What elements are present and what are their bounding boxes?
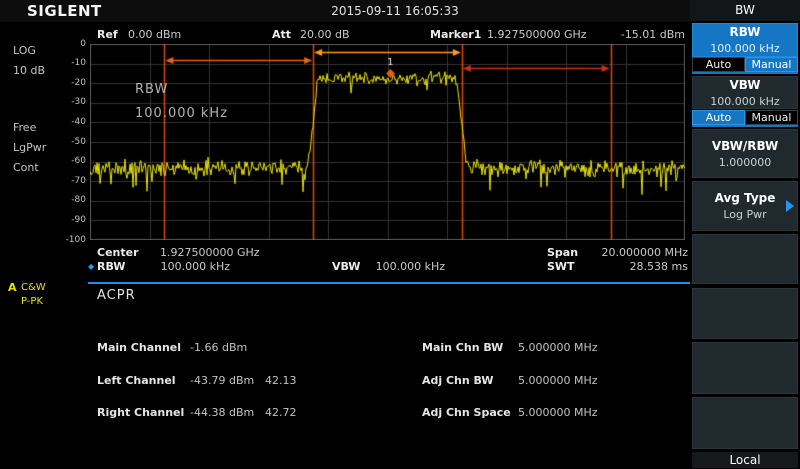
softkey-blank-4[interactable]: [692, 397, 798, 449]
avg-type-label: Avg Type: [715, 191, 776, 205]
vbw-rbw-label: VBW/RBW: [712, 139, 778, 153]
avg-type-button[interactable]: Avg Type Log Pwr: [692, 181, 798, 231]
spectrum-plot[interactable]: RBW 100.000 kHz: [90, 44, 685, 240]
vbw-button[interactable]: VBW 100.000 kHz: [692, 76, 798, 109]
rbw-auto-manual-toggle[interactable]: Auto Manual: [692, 57, 798, 72]
vbw-rbw-ratio-button[interactable]: VBW/RBW 1.000000: [692, 129, 798, 178]
y-tick: 0: [53, 39, 86, 49]
center-value: 1.927500000 GHz: [160, 246, 260, 259]
rbw-button-value: 100.000 kHz: [710, 42, 779, 55]
datetime: 2015-09-11 16:05:33: [305, 4, 485, 18]
acpr-title: ACPR: [97, 288, 136, 303]
y-tick: -10: [53, 58, 86, 68]
vbw-auto-manual-toggle[interactable]: Auto Manual: [692, 110, 798, 125]
acpr-main-channel-value: -1.66 dBm: [190, 341, 247, 354]
y-tick: -40: [53, 117, 86, 127]
section-divider: [88, 282, 692, 284]
trace-mode: C&W: [21, 282, 46, 293]
rbw-overlay-value: 100.000 kHz: [135, 106, 228, 121]
siglent-logo: SIGLENT: [27, 2, 102, 20]
acpr-adj-chn-bw-label: Adj Chn BW: [422, 374, 493, 387]
y-tick: -90: [53, 215, 86, 225]
status-scale: 10 dB: [13, 64, 45, 77]
vbw-auto-option[interactable]: Auto: [692, 110, 745, 125]
softkey-blank-2[interactable]: [692, 288, 798, 339]
marker-level: -15.01 dBm: [590, 28, 685, 41]
rbw-button[interactable]: RBW 100.000 kHz: [692, 23, 798, 57]
vbw-manual-option[interactable]: Manual: [745, 110, 798, 125]
acpr-right-channel-label: Right Channel: [97, 406, 184, 419]
softkey-blank-1[interactable]: [692, 234, 798, 284]
swt-value: 28.538 ms: [575, 260, 688, 273]
status-sweep: Cont: [13, 161, 39, 174]
swt-label: SWT: [547, 260, 575, 273]
rbw-overlay-label: RBW: [135, 82, 168, 97]
vbw-button-label: VBW: [729, 78, 760, 92]
acpr-adj-chn-space-label: Adj Chn Space: [422, 406, 511, 419]
y-tick: -100: [53, 235, 86, 245]
acpr-left-channel-ratio: 42.13: [265, 374, 297, 387]
acpr-main-channel-label: Main Channel: [97, 341, 181, 354]
ref-value: 0.00 dBm: [128, 28, 181, 41]
softkey-menu: BW RBW 100.000 kHz Auto Manual VBW 100.0…: [690, 0, 800, 469]
acpr-main-chn-bw-value: 5.000000 MHz: [518, 341, 598, 354]
center-label: Center: [97, 246, 139, 259]
vbw-value: 100.000 kHz: [360, 260, 445, 273]
submenu-arrow-icon: [786, 200, 794, 212]
rbw-value: 100.000 kHz: [140, 260, 230, 273]
acpr-adj-chn-space-value: 5.000000 MHz: [518, 406, 598, 419]
acpr-right-channel-value: -44.38 dBm: [190, 406, 254, 419]
trace-a-indicator: A: [8, 281, 17, 294]
marker-freq: 1.927500000 GHz: [487, 28, 587, 41]
marker-label: Marker1: [430, 28, 481, 41]
vbw-button-value: 100.000 kHz: [710, 95, 779, 108]
y-tick: -70: [53, 176, 86, 186]
rbw-active-underline: [692, 72, 798, 74]
acpr-main-chn-bw-label: Main Chn BW: [422, 341, 503, 354]
vbw-active-underline: [692, 125, 798, 127]
vbw-label: VBW: [332, 260, 360, 273]
rbw-label: RBW: [97, 260, 125, 273]
acpr-right-channel-ratio: 42.72: [265, 406, 297, 419]
y-tick: -50: [53, 137, 86, 147]
y-tick: -80: [53, 195, 86, 205]
local-button[interactable]: Local: [692, 452, 798, 468]
menu-title: BW: [690, 0, 800, 22]
rbw-auto-option[interactable]: Auto: [692, 57, 745, 72]
softkey-blank-3[interactable]: [692, 342, 798, 394]
status-log: LOG: [13, 44, 36, 57]
y-tick: -30: [53, 97, 86, 107]
status-avg-type: LgPwr: [13, 141, 46, 154]
y-tick: -60: [53, 156, 86, 166]
avg-type-value: Log Pwr: [723, 208, 766, 221]
acpr-left-channel-label: Left Channel: [97, 374, 176, 387]
rbw-button-label: RBW: [730, 25, 761, 39]
att-label: Att: [272, 28, 291, 41]
ref-label: Ref: [97, 28, 118, 41]
acpr-left-channel-value: -43.79 dBm: [190, 374, 254, 387]
status-trigger: Free: [13, 121, 36, 134]
y-tick: -20: [53, 78, 86, 88]
trace-detector: P-PK: [21, 296, 43, 307]
rbw-manual-diamond-icon: ◆: [88, 262, 94, 271]
att-value: 20.00 dB: [300, 28, 350, 41]
span-label: Span: [547, 246, 578, 259]
span-value: 20.000000 MHz: [575, 246, 688, 259]
spectrum-canvas[interactable]: [90, 44, 685, 240]
acpr-adj-chn-bw-value: 5.000000 MHz: [518, 374, 598, 387]
rbw-manual-option[interactable]: Manual: [745, 57, 798, 72]
vbw-rbw-value: 1.000000: [719, 156, 772, 169]
top-bar: SIGLENT 2015-09-11 16:05:33: [0, 0, 690, 22]
